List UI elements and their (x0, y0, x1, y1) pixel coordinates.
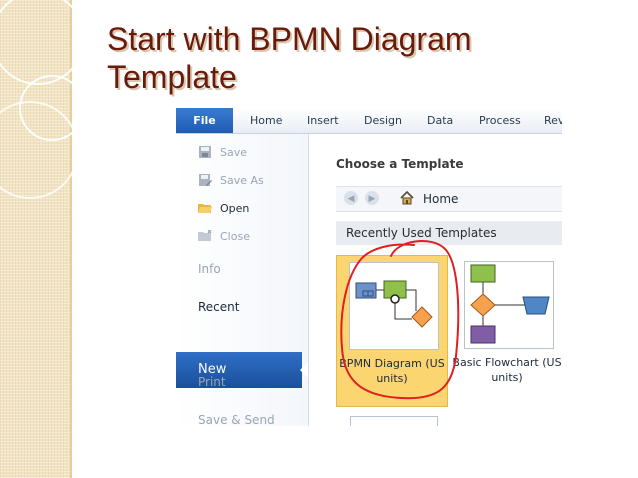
open-label: Open (220, 202, 250, 215)
category-info[interactable]: Info (198, 262, 221, 276)
close-folder-icon (198, 230, 212, 241)
forward-arrow-icon[interactable]: ▶ (365, 191, 379, 205)
open-folder-icon (198, 204, 212, 213)
tab-file[interactable]: File (176, 108, 233, 133)
flowchart-preview-icon (470, 264, 550, 344)
save-icon (199, 146, 211, 158)
selected-pointer (300, 362, 308, 378)
tab-process[interactable]: Process (479, 108, 521, 133)
flowchart-thumbnail (464, 261, 554, 349)
template-basic-flowchart[interactable]: Basic Flowchart (US units) (452, 255, 562, 405)
category-new[interactable]: New (176, 352, 302, 388)
flowchart-template-label: Basic Flowchart (US units) (452, 356, 562, 384)
bpmn-thumbnail (349, 262, 439, 350)
recently-used-header: Recently Used Templates (336, 221, 562, 245)
save-as-icon (199, 174, 212, 186)
slide-title-line-2: Template (107, 59, 237, 95)
decorative-circles (0, 0, 85, 199)
ribbon-tab-bar: File Home Insert Design Data Process Rev (176, 108, 562, 134)
slide-title-line-1: Start with BPMN Diagram (107, 21, 472, 57)
tab-home[interactable]: Home (250, 108, 282, 133)
template-chooser: Choose a Template ◀ ▶ Home Recently Used… (309, 134, 562, 426)
bpmn-template-label: BPMN Diagram (US units) (339, 357, 445, 385)
save-label: Save (220, 146, 248, 159)
next-template-row-thumbnail[interactable] (350, 416, 438, 426)
tab-review[interactable]: Rev (544, 108, 562, 133)
tab-insert[interactable]: Insert (307, 108, 339, 133)
category-recent[interactable]: Recent (198, 300, 239, 314)
tab-design[interactable]: Design (364, 108, 402, 133)
visio-backstage-window: File Home Insert Design Data Process Rev… (176, 108, 562, 426)
bpmn-preview-icon (355, 280, 433, 328)
save-as-label: Save As (220, 174, 264, 187)
close-label: Close (220, 230, 250, 243)
template-bpmn-diagram[interactable]: BPMN Diagram (US units) (336, 255, 448, 407)
category-save-send[interactable]: Save & Send (198, 413, 275, 426)
decorative-circle-lower (0, 101, 79, 199)
back-arrow-icon[interactable]: ◀ (344, 191, 358, 205)
backstage-nav-pane: Save Save As Open Close Info Recent New … (176, 134, 309, 426)
slide-title: Start with BPMN Diagram Template (107, 20, 607, 96)
home-icon[interactable] (399, 190, 415, 206)
tab-data[interactable]: Data (427, 108, 453, 133)
choose-template-heading: Choose a Template (336, 157, 464, 171)
nav-location-home[interactable]: Home (423, 192, 458, 206)
template-nav-bar: ◀ ▶ Home (336, 186, 562, 212)
decorative-circle-top (0, 0, 85, 85)
category-print[interactable]: Print (198, 375, 226, 389)
